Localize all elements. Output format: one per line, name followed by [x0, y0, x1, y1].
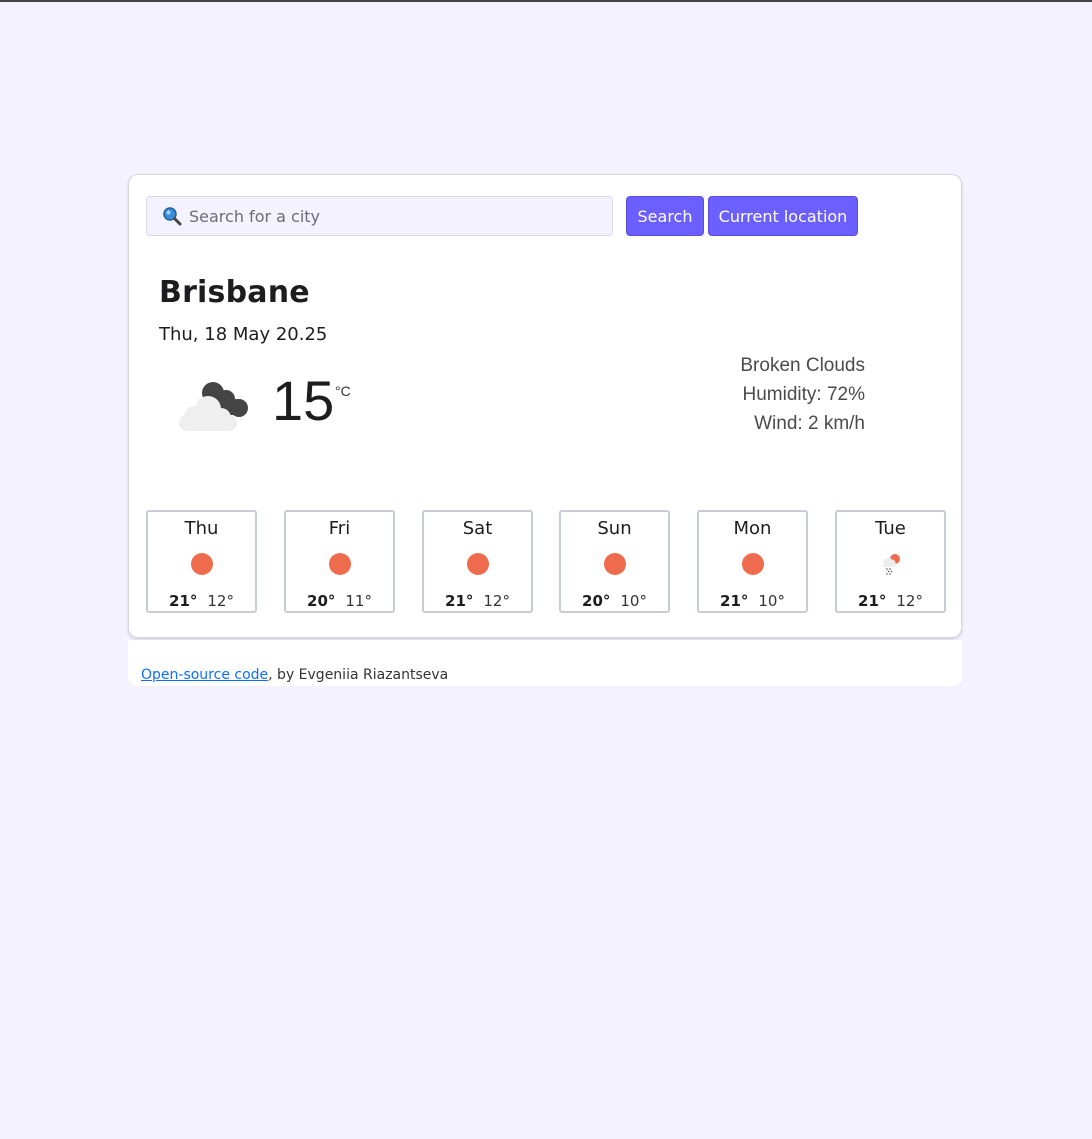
wind: Wind: 2 km/h — [754, 413, 865, 434]
current-date: Thu, 18 May 20.25 — [159, 324, 328, 345]
sun-icon — [328, 552, 352, 576]
forecast-min: 12° — [896, 592, 923, 610]
forecast-day: Mon 21° 10° — [697, 510, 808, 613]
weather-details: Broken Clouds Humidity: 72% Wind: 2 km/h — [740, 351, 865, 438]
current-location-button[interactable]: Current location — [708, 196, 858, 236]
forecast-day: Sun 20° 10° — [559, 510, 670, 613]
forecast-max: 20° — [307, 592, 336, 610]
city-name: Brisbane — [159, 275, 310, 310]
forecast-day-name: Fri — [328, 518, 351, 539]
open-source-link[interactable]: Open-source code — [141, 667, 268, 683]
forecast-min: 12° — [207, 592, 234, 610]
current-temperature: 15 — [272, 369, 335, 432]
forecast-temps: 20° 10° — [561, 592, 668, 610]
forecast-temps: 21° 12° — [148, 592, 255, 610]
footer-author: , by Evgeniia Riazantseva — [268, 667, 449, 683]
window-top-border — [0, 0, 1092, 2]
forecast-day-name: Tue — [875, 518, 906, 539]
broken-clouds-icon — [173, 375, 253, 435]
forecast-min: 10° — [620, 592, 647, 610]
forecast-temps: 21° 12° — [837, 592, 944, 610]
sun-icon — [603, 552, 627, 576]
forecast-max: 21° — [169, 592, 198, 610]
humidity: Humidity: 72% — [742, 384, 866, 405]
weather-description: Broken Clouds — [740, 355, 865, 376]
temperature-unit[interactable]: °C — [335, 383, 351, 399]
forecast-day: Tue 21° 12° — [835, 510, 946, 613]
forecast-max: 21° — [720, 592, 749, 610]
forecast-min: 10° — [758, 592, 785, 610]
forecast-day: Thu 21° 12° — [146, 510, 257, 613]
sun-icon — [741, 552, 765, 576]
search-icon — [162, 206, 184, 226]
rain-sun-icon — [879, 552, 903, 576]
search-input[interactable] — [184, 201, 589, 231]
sun-icon — [466, 552, 490, 576]
forecast-min: 12° — [483, 592, 510, 610]
forecast-day: Sat 21° 12° — [422, 510, 533, 613]
weather-card: Search Current location Brisbane Thu, 18… — [128, 174, 962, 638]
footer: Open-source code, by Evgeniia Riazantsev… — [128, 640, 962, 686]
forecast-temps: 21° 10° — [699, 592, 806, 610]
forecast-day-name: Thu — [184, 518, 219, 539]
forecast-temps: 20° 11° — [286, 592, 393, 610]
sun-icon — [190, 552, 214, 576]
forecast-min: 11° — [345, 592, 372, 610]
forecast-max: 21° — [858, 592, 887, 610]
forecast: Thu 21° 12° Fri 20° 11° Sat 21° 12° Sun 20°… — [146, 510, 946, 614]
search-button[interactable]: Search — [626, 196, 704, 236]
forecast-max: 20° — [582, 592, 611, 610]
search-box[interactable] — [146, 196, 613, 236]
forecast-day-name: Mon — [733, 518, 772, 539]
footer-text: Open-source code, by Evgeniia Riazantsev… — [141, 667, 448, 683]
forecast-day-name: Sat — [462, 518, 493, 539]
forecast-day: Fri 20° 11° — [284, 510, 395, 613]
forecast-temps: 21° 12° — [424, 592, 531, 610]
forecast-day-name: Sun — [597, 518, 632, 539]
forecast-max: 21° — [445, 592, 474, 610]
